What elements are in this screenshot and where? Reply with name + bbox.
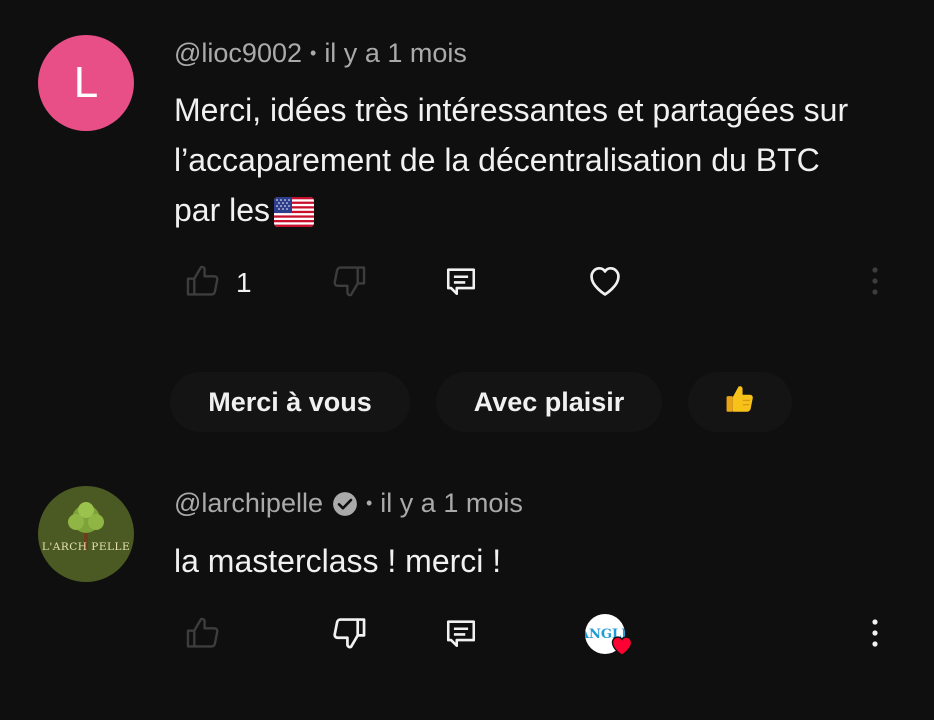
comment-meta: @lioc9002 • il y a 1 mois	[174, 38, 467, 69]
thumbs-down-icon	[330, 614, 368, 657]
creator-heart: ANGLE	[585, 610, 635, 660]
tree-logo-icon	[68, 502, 104, 550]
reply-comment-icon	[444, 264, 478, 303]
meta-separator: •	[310, 43, 317, 63]
comment-text: Merci, idées très intéressantes et parta…	[174, 85, 904, 241]
comment-item: L'ARCH PELLE @larchipelle • il y a 1 moi…	[0, 470, 934, 720]
thumbs-up-icon	[184, 614, 222, 657]
comment-actions: 1	[0, 258, 934, 308]
avatar[interactable]: L'ARCH PELLE	[38, 486, 134, 582]
author-handle[interactable]: @lioc9002	[174, 38, 302, 69]
us-flag-icon	[274, 191, 315, 241]
more-options-button[interactable]	[862, 610, 888, 660]
suggested-reply-thumbs-up-chip[interactable]	[688, 372, 792, 432]
comment-text: la masterclass ! merci !	[174, 543, 502, 579]
avatar-letter: L	[73, 58, 99, 107]
comment-meta: @larchipelle • il y a 1 mois	[174, 488, 523, 519]
suggested-reply-chip[interactable]: Merci à vous	[170, 372, 410, 432]
thumbs-down-icon	[330, 262, 368, 305]
comment-item: L @lioc9002 • il y a 1 mois Merci, idées…	[0, 0, 934, 470]
thumbs-up-icon	[184, 262, 222, 305]
meta-separator: •	[365, 493, 373, 513]
avatar[interactable]: L	[38, 35, 134, 131]
like-button[interactable]: 1	[184, 258, 252, 308]
comment-text-line: par les	[174, 185, 904, 241]
reply-button[interactable]	[444, 610, 478, 660]
reply-button[interactable]	[444, 258, 478, 308]
more-vertical-icon	[871, 266, 879, 301]
creator-heart-button[interactable]	[585, 258, 625, 308]
comment-time[interactable]: il y a 1 mois	[324, 38, 467, 69]
author-handle[interactable]: @larchipelle	[174, 488, 323, 519]
dislike-button[interactable]	[330, 258, 368, 308]
comment-text-line: l’accaparement de la décentralisation du…	[174, 142, 820, 178]
heart-outline-icon	[585, 262, 625, 305]
like-count: 1	[236, 267, 252, 298]
comment-text-line: Merci, idées très intéressantes et parta…	[174, 92, 849, 128]
reply-comment-icon	[444, 616, 478, 655]
suggested-reply-chip[interactable]: Avec plaisir	[436, 372, 662, 432]
thumbs-up-emoji-icon	[723, 382, 757, 423]
like-button[interactable]	[184, 610, 222, 660]
comment-time[interactable]: il y a 1 mois	[380, 488, 523, 519]
more-options-button[interactable]	[862, 258, 888, 308]
more-vertical-icon	[871, 618, 879, 653]
creator-heart-badge[interactable]: ANGLE	[585, 610, 635, 660]
red-heart-icon	[611, 636, 633, 661]
dislike-button[interactable]	[330, 610, 368, 660]
comment-actions: ANGLE	[0, 610, 934, 660]
verified-check-icon	[332, 491, 358, 517]
avatar-logo-text: L'ARCH PELLE	[41, 541, 131, 553]
comment-text-fragment: par les	[174, 192, 271, 228]
